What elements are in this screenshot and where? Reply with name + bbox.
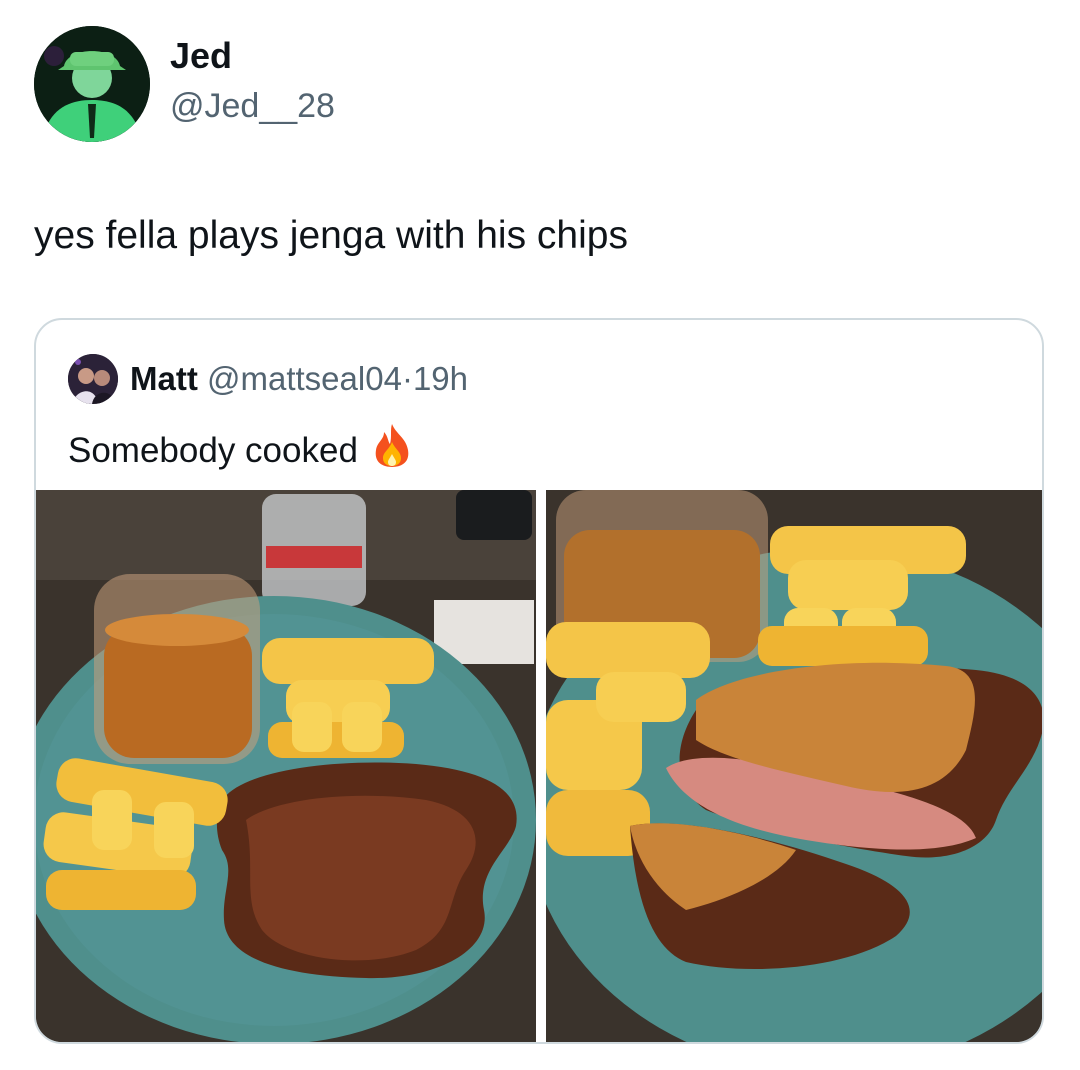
quoted-tweet-card[interactable]: Matt @mattseal04·19h Somebody cooked [34, 318, 1044, 1044]
author-handle[interactable]: @Jed__28 [170, 86, 335, 126]
quoted-tweet-text: Somebody cooked [68, 431, 358, 470]
quoted-author-name[interactable]: Matt [130, 360, 198, 397]
quoted-tweet-header: Matt @mattseal04·19h [130, 358, 468, 400]
quoted-author-handle[interactable]: @mattseal04 [207, 360, 402, 397]
quoted-tweet-time[interactable]: 19h [413, 360, 468, 397]
tweet-text: yes fella plays jenga with his chips [34, 214, 628, 257]
food-photo-right[interactable] [546, 490, 1042, 1042]
quoted-tweet-text-row: Somebody cooked [68, 422, 412, 480]
separator-dot: · [401, 360, 413, 397]
quoted-author-avatar[interactable] [68, 354, 118, 404]
author-name[interactable]: Jed [170, 36, 232, 76]
author-avatar[interactable] [34, 26, 150, 142]
food-photo-left[interactable] [36, 490, 536, 1042]
fire-icon [372, 422, 412, 480]
